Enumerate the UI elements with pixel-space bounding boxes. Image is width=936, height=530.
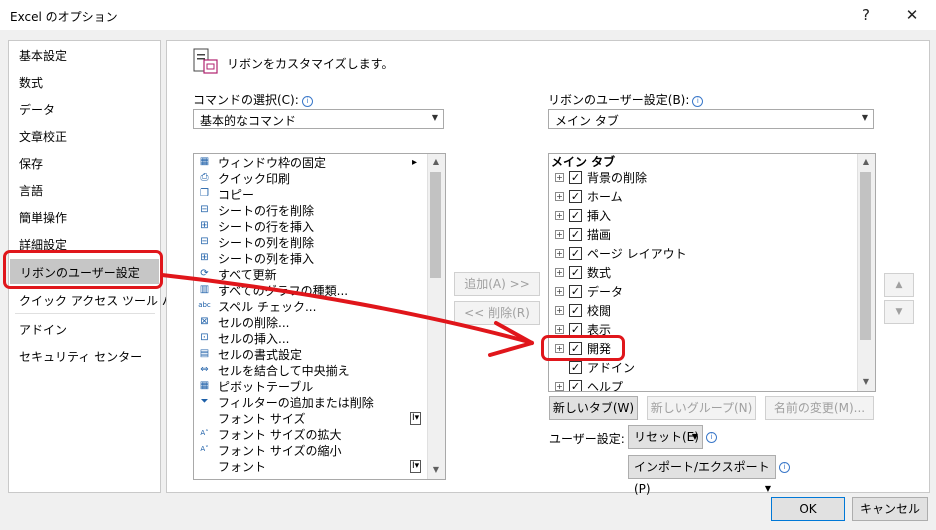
- annotation-arrow-icon: [161, 273, 534, 357]
